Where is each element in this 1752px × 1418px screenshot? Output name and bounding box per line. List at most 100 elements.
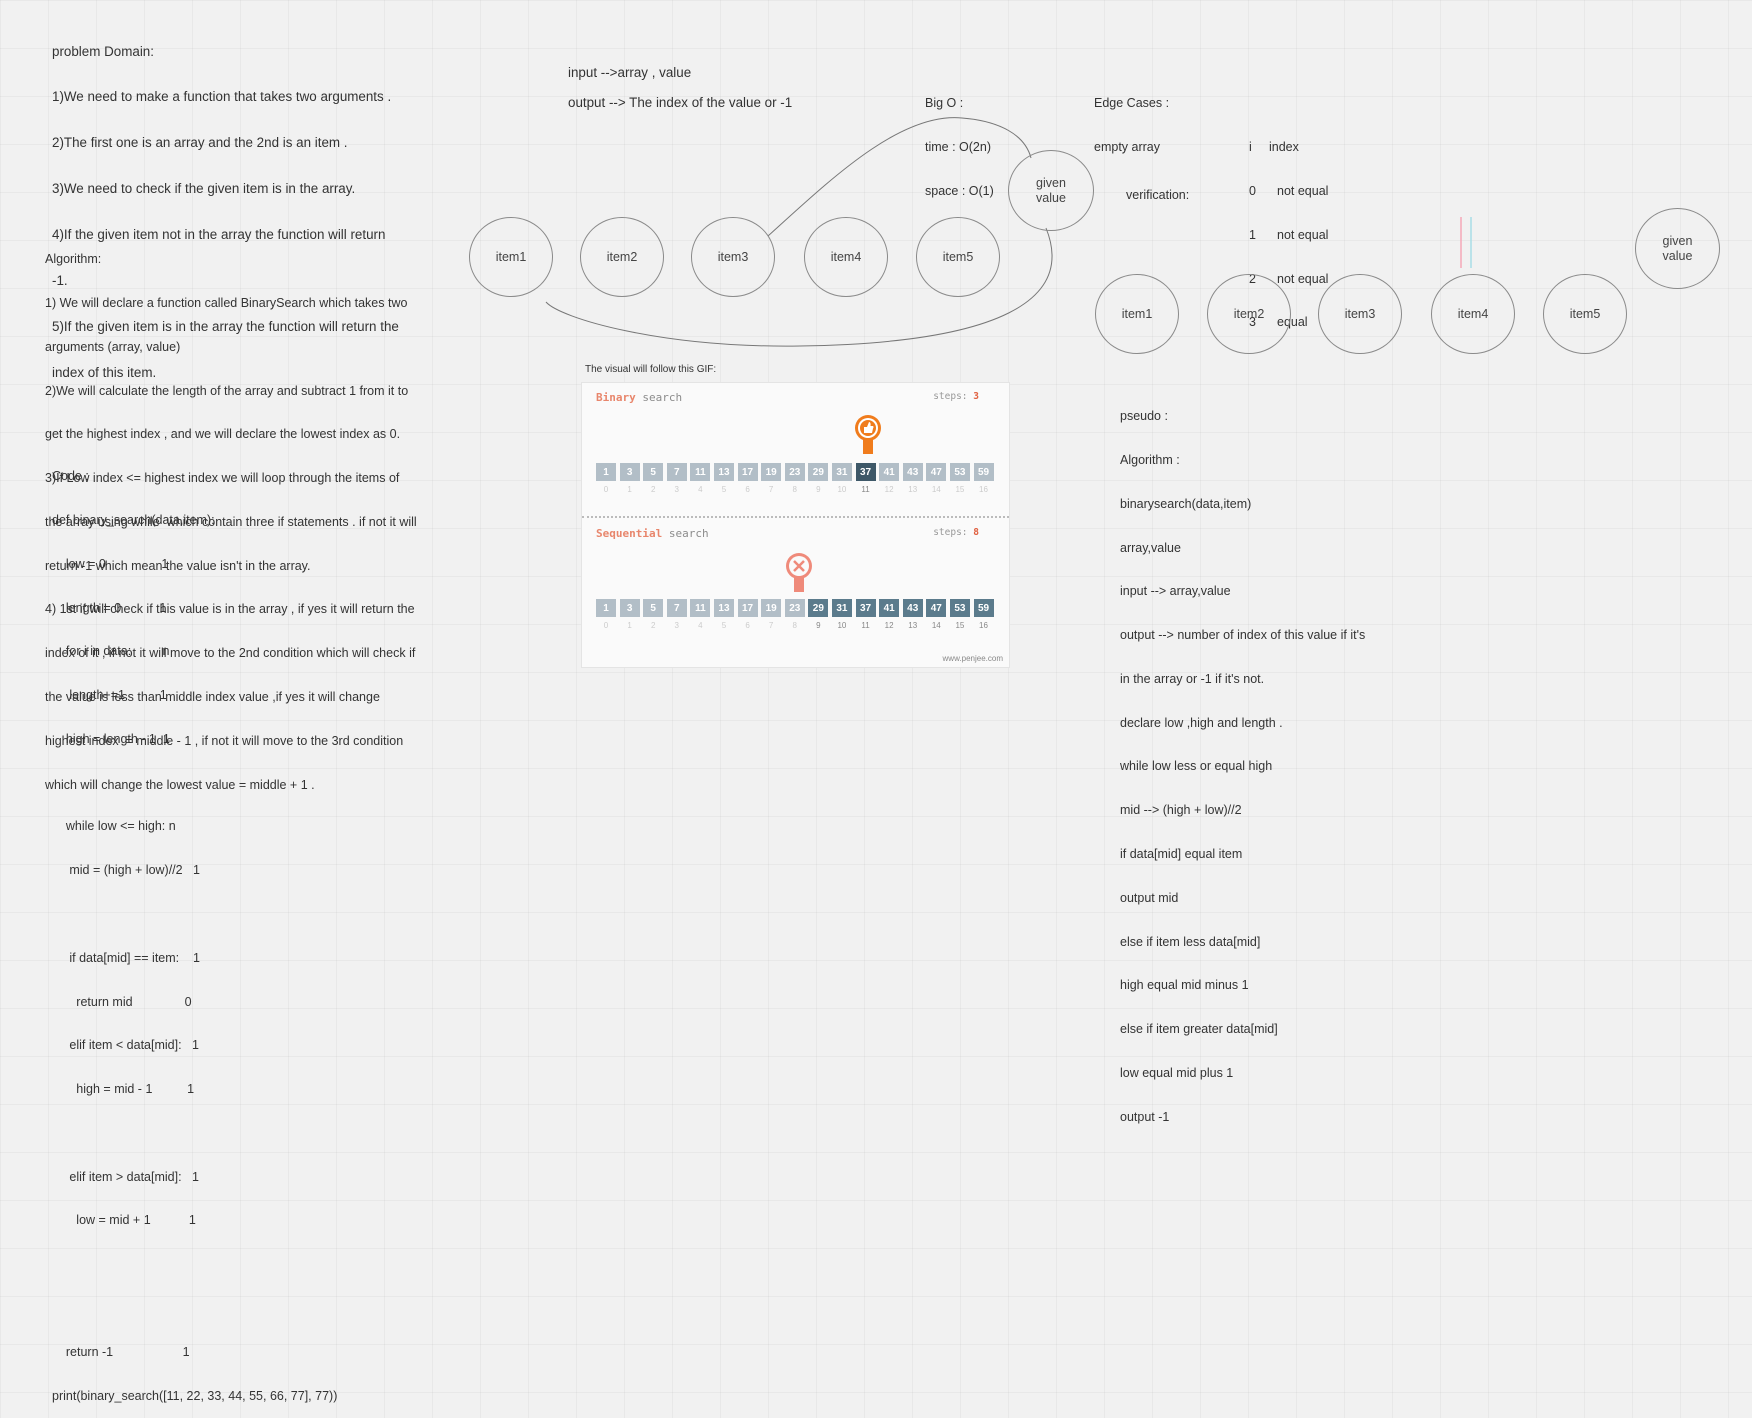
verification-item2: item2 <box>1207 274 1291 354</box>
code-line: elif item < data[mid]: 1 <box>52 1038 199 1053</box>
array-value: 23 <box>784 599 805 617</box>
array-value: 31 <box>831 599 852 617</box>
array-value: 59 <box>973 463 994 481</box>
array-cell: 31 <box>619 463 640 494</box>
array-value: 1 <box>596 599 616 617</box>
array-cell: 13 5 <box>713 599 734 630</box>
array-cell: 17 6 <box>737 599 758 630</box>
connector-item3-to-given <box>767 117 1032 237</box>
sequential-search-title: Sequential search <box>596 527 709 540</box>
pseudo-line: else if item greater data[mid] <box>1120 1022 1278 1037</box>
array-value: 43 <box>902 463 923 481</box>
array-cell: 23 8 <box>784 463 805 494</box>
array-value: 37 <box>855 463 876 481</box>
array-value: 41 <box>879 599 900 617</box>
array-value: 7 <box>666 463 687 481</box>
pseudo-line: output -1 <box>1120 1109 1170 1124</box>
gif-footer: www.penjee.com <box>942 654 1003 663</box>
diagram-item2: item2 <box>580 217 664 297</box>
array-cell: 59 16 <box>973 599 994 630</box>
array-index: 13 <box>908 485 918 494</box>
sequential-steps-label: steps: <box>933 527 968 538</box>
array-index: 3 <box>674 485 679 494</box>
array-cell: 37 11 <box>855 599 876 630</box>
array-index: 13 <box>908 621 918 630</box>
pseudo-line: mid --> (high + low)//2 <box>1120 803 1242 818</box>
array-cell: 13 5 <box>713 463 734 494</box>
array-value: 37 <box>855 599 876 617</box>
diagram-item4: item4 <box>804 217 888 297</box>
array-value: 23 <box>784 463 805 481</box>
array-value: 13 <box>713 463 734 481</box>
array-index: 6 <box>745 485 750 494</box>
array-index: 8 <box>792 485 797 494</box>
array-cell: 11 4 <box>690 599 711 630</box>
diagram-item3: item3 <box>691 217 775 297</box>
array-index: 15 <box>955 621 965 630</box>
binary-steps: steps: 3 <box>933 391 979 402</box>
thumbs-up-icon <box>855 415 881 454</box>
code-line: while low <= high: n <box>52 819 176 834</box>
array-index: 3 <box>674 621 679 630</box>
code-line: return -1 1 <box>52 1344 190 1359</box>
pseudo-line: else if item less data[mid] <box>1120 934 1261 949</box>
array-cell: 17 6 <box>737 463 758 494</box>
array-value: 19 <box>761 599 782 617</box>
binary-steps-value: 3 <box>973 391 979 402</box>
verification-given-value: given value <box>1635 208 1720 289</box>
array-value: 59 <box>973 599 994 617</box>
array-cell: 10 <box>596 463 616 494</box>
binary-steps-label: steps: <box>933 391 968 402</box>
sequential-search-row: 1 0 3 1 5 2 7 3 11 4 13 5 17 6 19 7 23 8 29 9 31 10 37 11 41 12 43… <box>596 599 994 630</box>
array-value: 41 <box>879 463 900 481</box>
array-value: 43 <box>902 599 923 617</box>
sequential-title-word: search <box>668 527 709 540</box>
code-line: if data[mid] == item: 1 <box>52 950 200 965</box>
array-index: 4 <box>698 485 703 494</box>
x-mark-icon <box>786 553 812 592</box>
binary-search-title: Binary search <box>596 391 682 404</box>
array-value: 47 <box>926 599 947 617</box>
array-cell: 47 14 <box>926 599 947 630</box>
array-index: 16 <box>979 621 988 630</box>
array-index: 6 <box>745 621 750 630</box>
array-index: 2 <box>650 621 656 630</box>
verification-item5: item5 <box>1543 274 1627 354</box>
array-cell: 11 4 <box>690 463 711 494</box>
array-index: 7 <box>768 485 774 494</box>
array-index: 0 <box>603 621 609 630</box>
array-index: 4 <box>698 621 703 630</box>
gif-divider <box>582 516 1009 518</box>
binary-title-word: search <box>642 391 683 404</box>
binary-search-row: 1 0 3 1 5 2 7 3 11 4 13 5 17 6 19 7 23 8 29 9 31 10 37 11 41 12 43… <box>596 463 994 494</box>
array-index: 9 <box>816 621 821 630</box>
array-cell: 23 8 <box>784 599 805 630</box>
array-index: 10 <box>837 621 847 630</box>
array-index: 5 <box>721 485 727 494</box>
array-index: 2 <box>650 485 656 494</box>
array-cell: 41 12 <box>879 599 900 630</box>
binary-title-word: Binary <box>596 391 636 404</box>
array-index: 12 <box>884 485 894 494</box>
array-cell: 53 15 <box>949 599 970 630</box>
array-cell: 37 11 <box>855 463 876 494</box>
diagram-given-value: given value <box>1008 150 1094 231</box>
code-line: mid = (high + low)//2 1 <box>52 863 200 878</box>
array-value: 13 <box>713 599 734 617</box>
diagram-item5: item5 <box>916 217 1000 297</box>
sequential-title-word: Sequential <box>596 527 663 540</box>
array-index: 1 <box>627 485 632 494</box>
array-index: 11 <box>861 621 870 630</box>
array-cell: 41 12 <box>879 463 900 494</box>
array-cell: 73 <box>666 599 687 630</box>
code-line: print(binary_search([11, 22, 33, 44, 55,… <box>52 1388 338 1403</box>
code-line: elif item > data[mid]: 1 <box>52 1169 199 1184</box>
array-cell: 10 <box>596 599 616 630</box>
array-index: 0 <box>603 485 609 494</box>
verification-item3: item3 <box>1318 274 1402 354</box>
array-cell: 73 <box>666 463 687 494</box>
